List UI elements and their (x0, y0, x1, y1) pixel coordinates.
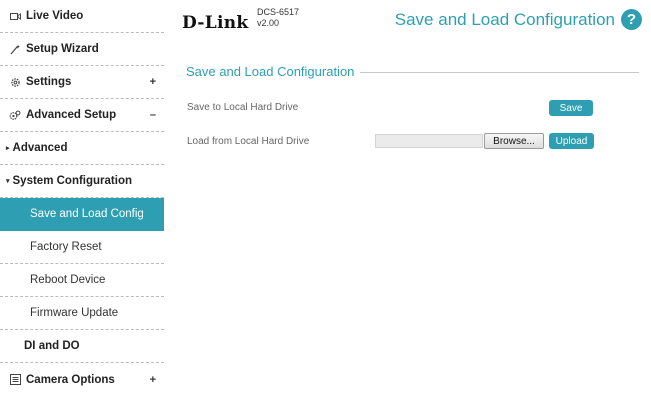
firmware-version: v2.00 (257, 18, 280, 28)
gears-icon (8, 110, 22, 121)
caret-right-icon: ▸ (6, 145, 10, 152)
sidebar-item-label: Factory Reset (30, 241, 102, 253)
page-title: Save and Load Configuration (394, 10, 615, 29)
sidebar-item-live-video[interactable]: Live Video (0, 0, 164, 33)
file-path-field[interactable] (375, 134, 483, 148)
sidebar-item-label: Reboot Device (30, 274, 106, 286)
sidebar-item-label: System Configuration (12, 175, 132, 187)
model-info: DCS-6517 v2.00 (257, 7, 299, 29)
wand-icon (8, 44, 22, 55)
help-icon[interactable]: ? (621, 9, 642, 30)
video-icon (8, 12, 22, 21)
sidebar-item-label: Advanced Setup (26, 109, 117, 121)
sidebar-item-save-and-load-config[interactable]: Save and Load Config (0, 198, 164, 231)
sidebar-item-label: Settings (26, 76, 72, 88)
upload-button[interactable]: Upload (549, 133, 594, 149)
browse-button[interactable]: Browse... (484, 133, 544, 149)
expand-icon[interactable]: + (150, 374, 156, 386)
model-name: DCS-6517 (257, 7, 300, 17)
save-button[interactable]: Save (549, 100, 593, 116)
list-icon (8, 374, 22, 385)
sidebar-item-advanced-setup[interactable]: Advanced Setup – (0, 99, 164, 132)
sidebar-item-label: Setup Wizard (26, 43, 99, 55)
sidebar-item-factory-reset[interactable]: Factory Reset (0, 231, 164, 264)
sidebar-item-label: Live Video (26, 10, 84, 22)
dlink-logo: D-Link (182, 13, 249, 33)
sidebar-item-setup-wizard[interactable]: Setup Wizard (0, 33, 164, 66)
section-title: Save and Load Configuration (186, 64, 361, 79)
sidebar-item-label: Camera Options (26, 373, 115, 386)
sidebar-item-label: Advanced (12, 142, 68, 154)
sidebar-item-firmware-update[interactable]: Firmware Update (0, 297, 164, 330)
sidebar-item-system-configuration[interactable]: ▾ System Configuration (0, 165, 164, 198)
sidebar-item-label: Firmware Update (30, 307, 119, 319)
gear-icon (8, 77, 22, 88)
save-row-label: Save to Local Hard Drive (187, 102, 299, 113)
collapse-icon[interactable]: – (150, 109, 156, 121)
sidebar-item-reboot-device[interactable]: Reboot Device (0, 264, 164, 297)
load-row-label: Load from Local Hard Drive (187, 136, 310, 147)
expand-icon[interactable]: + (150, 76, 156, 88)
sidebar-item-advanced[interactable]: ▸ Advanced (0, 132, 164, 165)
sidebar: Live Video Setup Wizard Settings + Advan… (0, 0, 164, 393)
sidebar-item-camera-options[interactable]: Camera Options + (0, 363, 164, 393)
sidebar-item-label: Save and Load Config (30, 208, 144, 220)
caret-down-icon: ▾ (6, 178, 10, 185)
sidebar-item-settings[interactable]: Settings + (0, 66, 164, 99)
sidebar-item-label: DI and DO (24, 340, 80, 352)
sidebar-item-di-and-do[interactable]: DI and DO (0, 330, 164, 363)
